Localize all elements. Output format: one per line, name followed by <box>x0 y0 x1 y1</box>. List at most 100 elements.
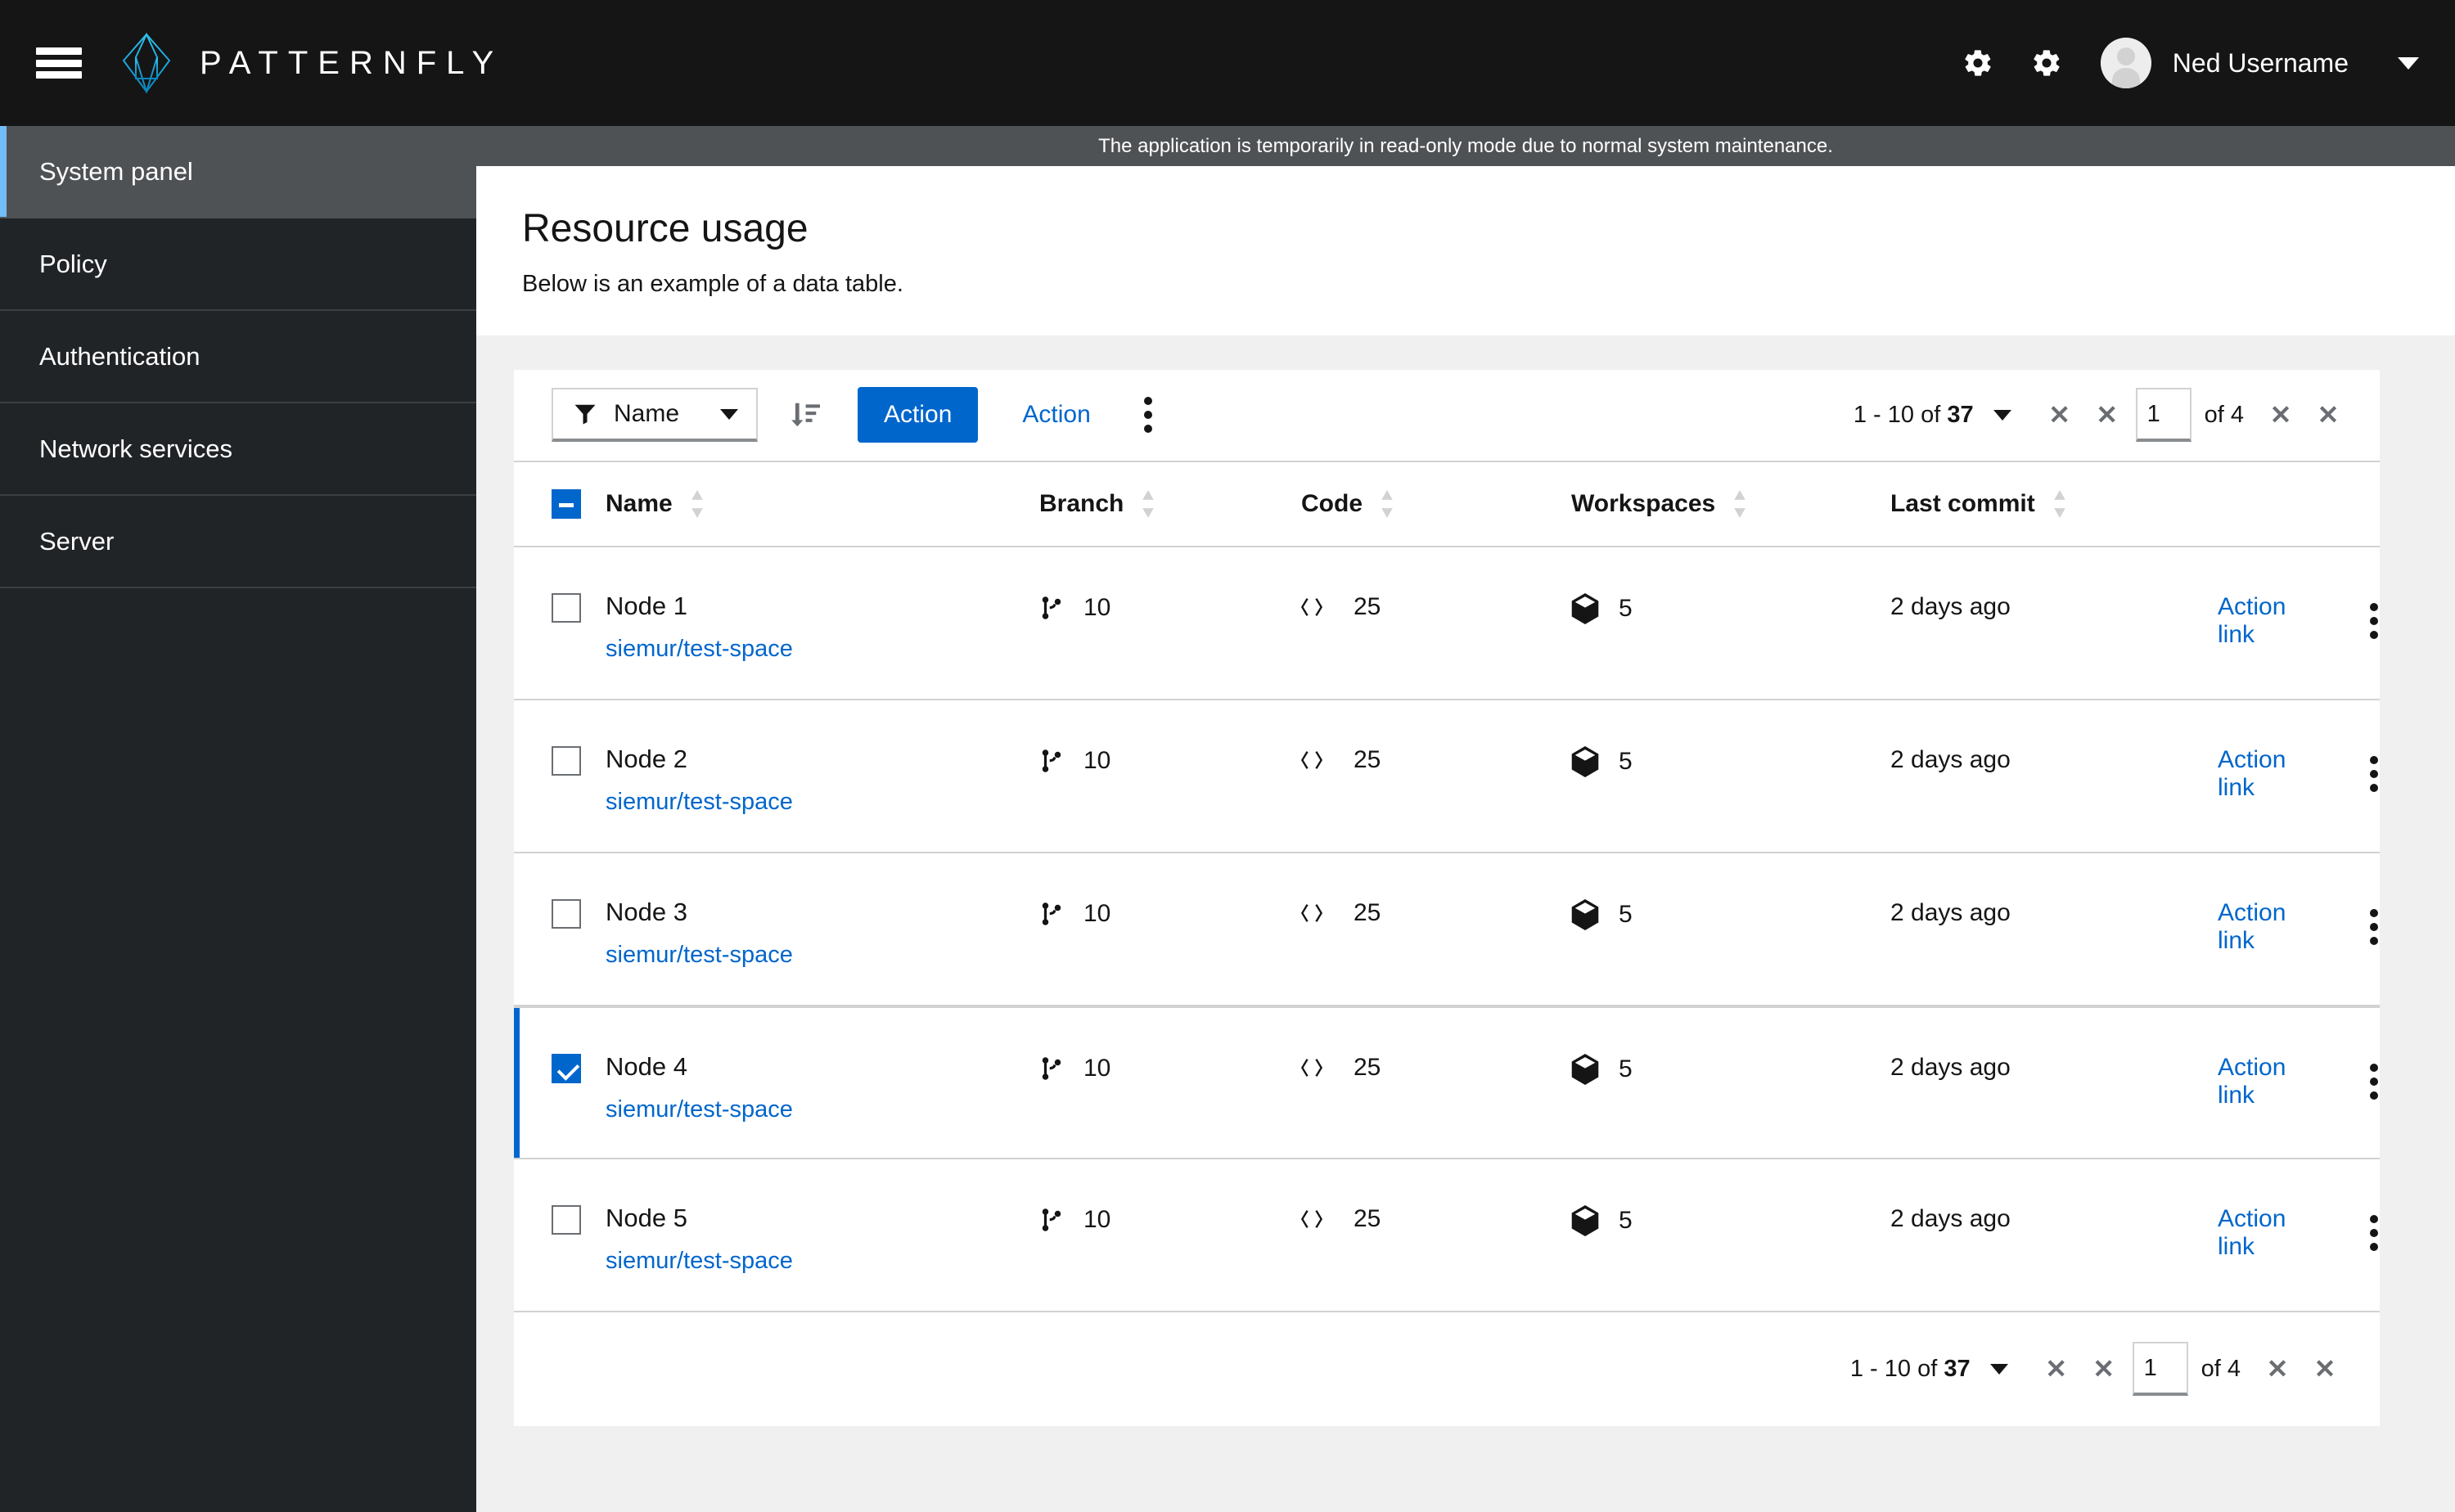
pagination-first-page-button[interactable]: ✕ <box>2036 391 2083 439</box>
pagination-last-page-button[interactable]: ✕ <box>2301 1345 2349 1393</box>
pagination-first-page-button[interactable]: ✕ <box>2033 1345 2080 1393</box>
sidebar-item-policy[interactable]: Policy <box>0 218 476 311</box>
sidebar-item-server[interactable]: Server <box>0 496 476 588</box>
column-header-last-commit[interactable]: Last commit <box>1890 489 2218 518</box>
code-icon <box>1301 1058 1322 1077</box>
sidebar-item-network-services[interactable]: Network services <box>0 403 476 496</box>
table-row[interactable]: Node 1 siemur/test-space 10 25 5 2 days ago Ac… <box>514 547 2380 700</box>
cell-workspaces: 5 <box>1571 1053 1890 1085</box>
repo-link[interactable]: siemur/test-space <box>606 1096 1039 1123</box>
repo-link[interactable]: siemur/test-space <box>606 1248 1039 1275</box>
pagination-total-pages: of 4 <box>2204 401 2244 428</box>
row-checkbox[interactable] <box>552 592 581 623</box>
table-row[interactable]: Node 4 siemur/test-space 10 25 5 2 days ago Ac… <box>514 1006 2380 1159</box>
row-kebab-icon[interactable] <box>2349 1061 2399 1102</box>
pagination-summary: 1 - 10 of 37 <box>1854 402 1974 429</box>
row-action-link[interactable]: Action link <box>2218 899 2286 955</box>
column-header-branch[interactable]: Branch <box>1039 489 1301 518</box>
data-table-card: Name Action Action 1 - 10 of 37 ✕ ✕ 1 of… <box>514 369 2380 1426</box>
code-count: 25 <box>1354 1204 1381 1232</box>
last-commit-value: 2 days ago <box>1890 898 2011 926</box>
sort-icon[interactable] <box>2050 489 2070 518</box>
repo-link[interactable]: siemur/test-space <box>606 942 1039 969</box>
row-action-link[interactable]: Action link <box>2218 1205 2286 1261</box>
page-subtitle: Below is an example of a data table. <box>522 270 903 297</box>
workspaces-metric: 5 <box>1571 592 1890 624</box>
table-row[interactable]: Node 2 siemur/test-space 10 25 5 2 days ago Ac… <box>514 700 2380 853</box>
repo-link[interactable]: siemur/test-space <box>606 636 1039 663</box>
sort-icon[interactable] <box>687 489 707 518</box>
repo-link[interactable]: siemur/test-space <box>606 789 1039 816</box>
pagination-next-page-button[interactable]: ✕ <box>2257 391 2304 439</box>
column-header-code[interactable]: Code <box>1301 489 1571 518</box>
cube-icon-wrap <box>1571 745 1599 777</box>
row-action-link[interactable]: Action link <box>2218 746 2286 802</box>
pagination-next-page-button[interactable]: ✕ <box>2254 1345 2301 1393</box>
sort-icon[interactable] <box>1377 489 1397 518</box>
primary-action-button[interactable]: Action <box>858 387 979 443</box>
select-all-checkbox[interactable] <box>552 488 581 519</box>
sort-icon[interactable] <box>1138 489 1158 518</box>
column-header-workspaces[interactable]: Workspaces <box>1571 489 1890 518</box>
row-kebab-icon[interactable] <box>2349 754 2399 794</box>
code-count: 25 <box>1354 1053 1381 1081</box>
pagination-per-page-caret-down-icon[interactable] <box>1989 1363 2008 1375</box>
row-kebab-icon[interactable] <box>2349 907 2399 947</box>
banner-text: The application is temporarily in read-o… <box>1098 134 1833 157</box>
row-action-link[interactable]: Action link <box>2218 593 2286 649</box>
row-checkbox[interactable] <box>552 745 581 776</box>
sidebar-item-authentication[interactable]: Authentication <box>0 311 476 403</box>
workspaces-count: 5 <box>1619 1206 1633 1234</box>
pagination-total: 37 <box>1947 401 1974 428</box>
filter-select-label: Name <box>614 400 680 428</box>
pagination-page-input[interactable] <box>2132 1342 2188 1397</box>
secondary-action-link[interactable]: Action <box>1014 401 1098 429</box>
brand[interactable]: PATTERNFLY <box>121 33 503 93</box>
row-checkbox[interactable] <box>552 1204 581 1235</box>
cell-code: 25 <box>1301 593 1571 621</box>
workspaces-count: 5 <box>1619 594 1633 622</box>
code-branch-icon <box>1042 902 1061 925</box>
application-root: PATTERNFLY Ned Username System panel Pol… <box>0 0 2455 1512</box>
pagination-per-page-caret-down-icon[interactable] <box>1993 409 2011 421</box>
code-icon-wrap <box>1301 1058 1322 1077</box>
row-kebab-icon[interactable] <box>2349 601 2399 641</box>
pagination-prev-page-button[interactable]: ✕ <box>2083 391 2131 439</box>
branch-count: 10 <box>1083 1054 1111 1082</box>
cube-icon-wrap <box>1571 1053 1599 1085</box>
pagination-last-page-button[interactable]: ✕ <box>2304 391 2352 439</box>
row-kebab-icon[interactable] <box>2349 1213 2399 1253</box>
row-checkbox[interactable] <box>552 1053 581 1083</box>
filter-funnel-icon <box>574 404 596 425</box>
pagination-prev-page-button[interactable]: ✕ <box>2080 1345 2128 1393</box>
cell-last-commit: 2 days ago <box>1890 1054 2218 1082</box>
settings-gear-icon-2[interactable] <box>2012 29 2081 97</box>
pagination-page-input[interactable] <box>2135 388 2191 443</box>
row-action-link[interactable]: Action link <box>2218 1054 2286 1109</box>
row-checkbox[interactable] <box>552 898 581 929</box>
last-commit-value: 2 days ago <box>1890 1053 2011 1081</box>
page-header: Resource usage Below is an example of a … <box>476 166 2455 335</box>
kebab-dot <box>2370 1077 2379 1086</box>
hamburger-menu-icon[interactable] <box>36 45 82 81</box>
toolbar-kebab-icon[interactable] <box>1124 386 1173 443</box>
kebab-dot <box>2370 922 2379 931</box>
cell-workspaces: 5 <box>1571 898 1890 930</box>
sidebar-item-system-panel[interactable]: System panel <box>0 126 476 218</box>
sort-amount-down-button[interactable] <box>776 386 833 443</box>
table-footer: 1 - 10 of 37 ✕ ✕ of 4 ✕ ✕ <box>514 1312 2380 1426</box>
cell-branch: 10 <box>1039 1205 1301 1235</box>
cell-code: 25 <box>1301 1054 1571 1082</box>
column-header-name[interactable]: Name <box>606 489 1039 518</box>
code-count: 25 <box>1354 745 1381 773</box>
settings-gear-icon-1[interactable] <box>1944 29 2012 97</box>
user-menu-caret-down-icon[interactable] <box>2398 56 2419 70</box>
user-menu[interactable]: Ned Username <box>2100 38 2349 88</box>
filter-select[interactable]: Name <box>552 388 758 443</box>
workspaces-metric: 5 <box>1571 1053 1890 1085</box>
table-row[interactable]: Node 3 siemur/test-space 10 25 5 2 days ago Ac… <box>514 853 2380 1006</box>
table-row[interactable]: Node 5 siemur/test-space 10 25 5 2 days ago Ac… <box>514 1159 2380 1312</box>
masthead: PATTERNFLY Ned Username <box>0 0 2455 126</box>
cube-icon <box>1571 1204 1599 1236</box>
sort-icon[interactable] <box>1730 489 1750 518</box>
